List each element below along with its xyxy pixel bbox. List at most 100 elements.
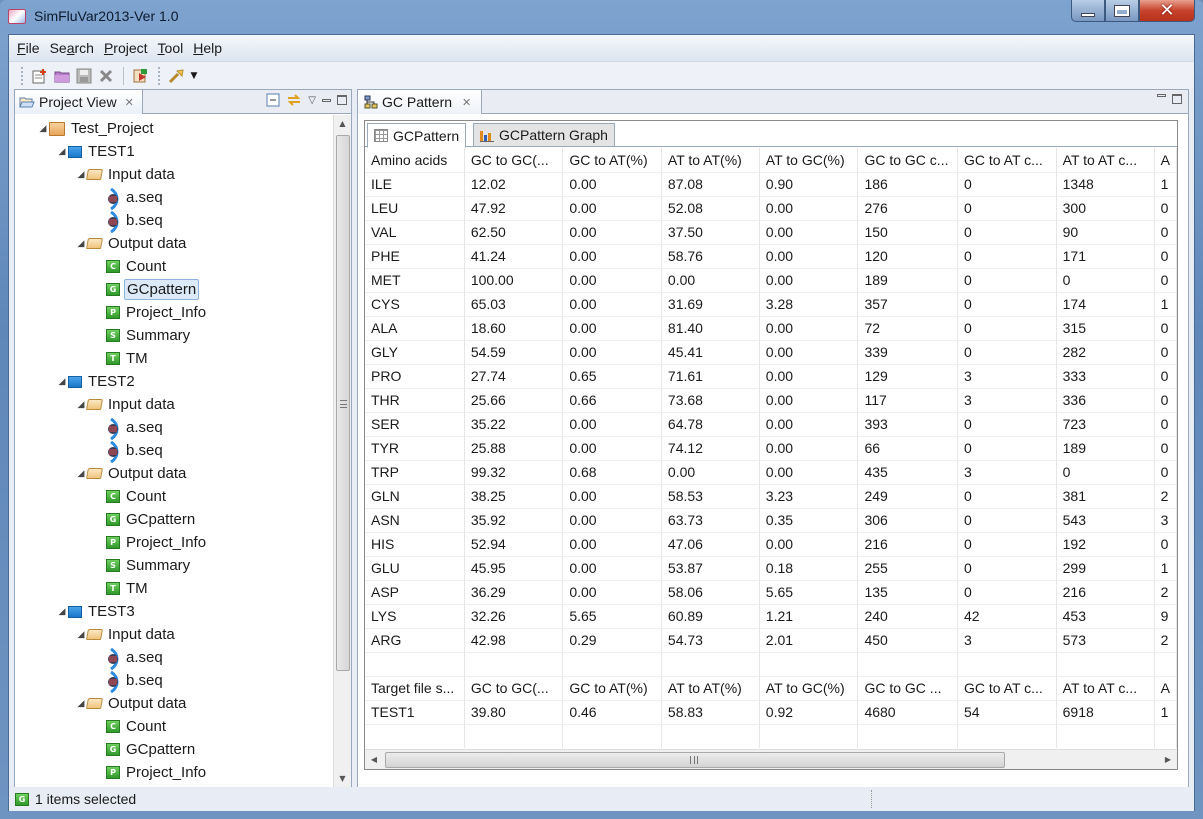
maximize-button[interactable] — [1105, 0, 1139, 22]
table-row[interactable]: PRO 27.74 0.65 71.61 0.00 129 3 333 0 — [365, 364, 1177, 389]
tree-item[interactable]: ◢ Input data — [15, 163, 327, 186]
expand-triangle-icon[interactable]: ◢ — [37, 123, 49, 134]
tree-item[interactable]: ◢ TEST1 — [15, 140, 327, 163]
tool-dropdown-button[interactable]: ▼ — [188, 65, 200, 87]
subtab-gcpattern[interactable]: GCPattern — [367, 123, 467, 148]
table-row[interactable]: ALA 18.60 0.00 81.40 0.00 72 0 315 0 — [365, 316, 1177, 341]
tool-button[interactable] — [166, 65, 188, 87]
table-row[interactable]: HIS 52.94 0.00 47.06 0.00 216 0 192 0 — [365, 532, 1177, 557]
tree-item[interactable]: ◢ Input data — [15, 623, 327, 646]
table-row[interactable]: GLN 38.25 0.00 58.53 3.23 249 0 381 2 — [365, 484, 1177, 509]
scroll-down-icon[interactable]: ▼ — [334, 770, 351, 788]
tree-item[interactable]: ◢ Input data — [15, 393, 327, 416]
tree-item[interactable]: G GCpattern — [15, 278, 327, 301]
summary-header-row[interactable]: Target file s... GC to GC(... GC to AT(%) A… — [365, 676, 1177, 701]
expand-triangle-icon[interactable]: ◢ — [56, 376, 68, 387]
tree-item[interactable]: ◢ Test_Project — [15, 117, 327, 140]
run-button[interactable] — [130, 65, 152, 87]
minimize-view-icon[interactable] — [322, 98, 331, 102]
table-row[interactable]: ARG 42.98 0.29 54.73 2.01 450 3 573 2 — [365, 628, 1177, 653]
tree-item[interactable]: P Project_Info — [15, 301, 327, 324]
table-row[interactable]: GLY 54.59 0.00 45.41 0.00 339 0 282 0 — [365, 340, 1177, 365]
tree-item[interactable]: P Project_Info — [15, 761, 327, 784]
table-row[interactable]: TRP 99.32 0.68 0.00 0.00 435 3 0 0 — [365, 460, 1177, 485]
delete-button[interactable] — [95, 65, 117, 87]
table-row[interactable]: THR 25.66 0.66 73.68 0.00 117 3 336 0 — [365, 388, 1177, 413]
menu-file[interactable]: File — [15, 40, 48, 56]
summary-row[interactable]: TEST1 39.80 0.46 58.83 0.92 4680 54 6918 1 — [365, 700, 1177, 725]
table-horizontal-scrollbar[interactable]: ◀ ▶ — [365, 749, 1177, 769]
tree-item[interactable]: b.seq — [15, 209, 327, 233]
table-row[interactable]: LYS 32.26 5.65 60.89 1.21 240 42 453 9 — [365, 604, 1177, 629]
column-header[interactable]: A — [1154, 148, 1177, 173]
tree-item[interactable]: ◢ Output data — [15, 692, 327, 715]
tree-item[interactable]: G GCpattern — [15, 508, 327, 531]
tree-item[interactable]: a.seq — [15, 646, 327, 670]
tree-item[interactable]: a.seq — [15, 186, 327, 210]
close-tab-icon[interactable]: ✕ — [125, 96, 134, 109]
project-tree-scrollbar[interactable]: ▲ ▼ — [333, 115, 351, 788]
table-row[interactable]: ASN 35.92 0.00 63.73 0.35 306 0 543 3 — [365, 508, 1177, 533]
column-header[interactable]: AT to AT(%) — [661, 148, 760, 173]
tree-item[interactable]: ◢ TEST2 — [15, 370, 327, 393]
open-button[interactable] — [51, 65, 73, 87]
tree-item[interactable]: S Summary — [15, 554, 327, 577]
column-header[interactable]: GC to GC c... — [857, 148, 958, 173]
scroll-thumb[interactable] — [385, 752, 1005, 768]
close-button[interactable]: ✕ — [1139, 0, 1195, 22]
table-row[interactable]: MET 100.00 0.00 0.00 0.00 189 0 0 0 — [365, 268, 1177, 293]
tree-item[interactable]: T TM — [15, 347, 327, 370]
scroll-thumb[interactable] — [336, 135, 350, 671]
scroll-up-icon[interactable]: ▲ — [334, 115, 351, 133]
minimize-button[interactable] — [1071, 0, 1105, 22]
column-header[interactable]: AT to AT c... — [1056, 148, 1155, 173]
table-row[interactable]: LEU 47.92 0.00 52.08 0.00 276 0 300 0 — [365, 196, 1177, 221]
tree-item[interactable]: ◢ TEST3 — [15, 600, 327, 623]
tree-item[interactable]: b.seq — [15, 439, 327, 463]
table-row[interactable]: TYR 25.88 0.00 74.12 0.00 66 0 189 0 — [365, 436, 1177, 461]
tab-gc-pattern[interactable]: GC Pattern ✕ — [358, 90, 483, 114]
toolbar-grip[interactable] — [21, 66, 23, 85]
title-bar[interactable]: SimFluVar2013-Ver 1.0 ✕ — [0, 0, 1203, 34]
table-row[interactable]: PHE 41.24 0.00 58.76 0.00 120 0 171 0 — [365, 244, 1177, 269]
link-with-editor-icon[interactable] — [286, 93, 302, 107]
tree-item[interactable]: C Count — [15, 485, 327, 508]
column-header[interactable]: GC to AT c... — [957, 148, 1057, 173]
new-project-button[interactable] — [29, 65, 51, 87]
menu-search[interactable]: Search — [48, 40, 102, 56]
tree-item[interactable]: ◢ Output data — [15, 232, 327, 255]
save-button[interactable] — [73, 65, 95, 87]
column-header[interactable]: AT to GC(%) — [759, 148, 859, 173]
expand-triangle-icon[interactable]: ◢ — [56, 606, 68, 617]
maximize-editor-icon[interactable] — [1172, 94, 1182, 104]
tree-item[interactable]: S Summary — [15, 324, 327, 347]
table-row[interactable]: SER 35.22 0.00 64.78 0.00 393 0 723 0 — [365, 412, 1177, 437]
tree-item[interactable]: C Count — [15, 715, 327, 738]
column-header[interactable]: GC to AT(%) — [562, 148, 662, 173]
menu-project[interactable]: Project — [102, 40, 156, 56]
table-row[interactable]: ASP 36.29 0.00 58.06 5.65 135 0 216 2 — [365, 580, 1177, 605]
menu-help[interactable]: Help — [191, 40, 230, 56]
maximize-view-icon[interactable] — [337, 95, 347, 105]
menu-tool[interactable]: Tool — [156, 40, 192, 56]
tree-item[interactable]: ◢ Output data — [15, 462, 327, 485]
toolbar-grip[interactable] — [158, 66, 160, 85]
table-row[interactable]: CYS 65.03 0.00 31.69 3.28 357 0 174 1 — [365, 292, 1177, 317]
subtab-gcpattern-graph[interactable]: GCPattern Graph — [473, 123, 615, 147]
table-row[interactable]: GLU 45.95 0.00 53.87 0.18 255 0 299 1 — [365, 556, 1177, 581]
scroll-left-icon[interactable]: ◀ — [365, 750, 383, 770]
table-row[interactable]: ILE 12.02 0.00 87.08 0.90 186 0 1348 1 — [365, 172, 1177, 197]
tab-project-view[interactable]: Project View ✕ — [15, 90, 143, 114]
table-row[interactable]: VAL 62.50 0.00 37.50 0.00 150 0 90 0 — [365, 220, 1177, 245]
tree-item[interactable]: T TM — [15, 577, 327, 600]
tree-item[interactable]: C Count — [15, 255, 327, 278]
column-header[interactable]: GC to GC(... — [464, 148, 564, 173]
tree-item[interactable]: a.seq — [15, 416, 327, 440]
minimize-editor-icon[interactable] — [1157, 94, 1166, 97]
collapse-all-icon[interactable] — [266, 93, 280, 107]
column-header[interactable]: Amino acids — [365, 148, 465, 173]
close-tab-icon[interactable]: ✕ — [462, 96, 471, 109]
expand-triangle-icon[interactable]: ◢ — [56, 146, 68, 157]
tree-item[interactable]: P Project_Info — [15, 531, 327, 554]
scroll-right-icon[interactable]: ▶ — [1159, 750, 1177, 770]
